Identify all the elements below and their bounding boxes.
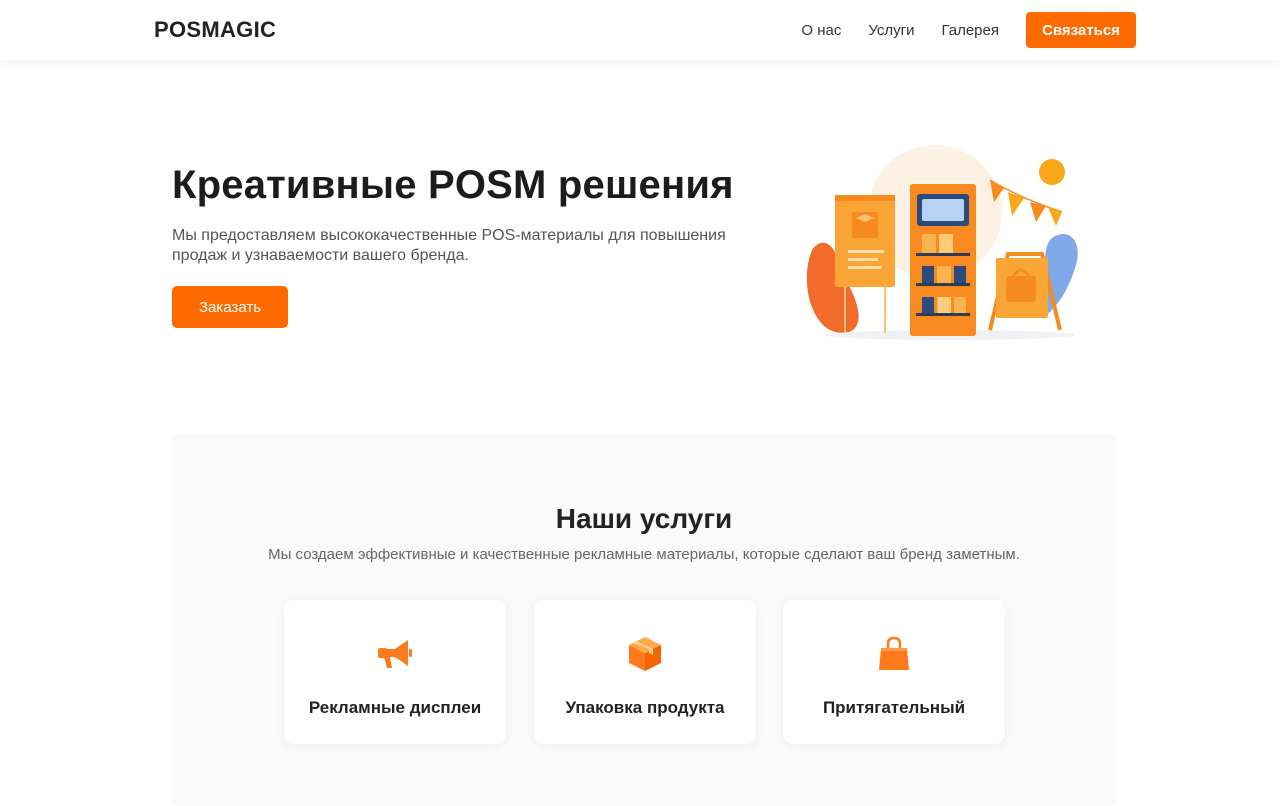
contact-button[interactable]: Связаться bbox=[1026, 12, 1136, 48]
service-card-attractive[interactable]: Притягательный bbox=[783, 600, 1005, 744]
hero-title: Креативные POSM решения bbox=[172, 163, 734, 207]
megaphone-icon bbox=[378, 640, 412, 668]
service-card-packaging[interactable]: Упаковка продукта bbox=[534, 600, 756, 744]
posm-stand-illustration bbox=[806, 145, 1078, 340]
service-card-label: Притягательный bbox=[822, 698, 966, 717]
service-card-label: Упаковка продукта bbox=[565, 698, 725, 717]
services-section: Наши услуги Мы создаем эффективные и кач… bbox=[172, 433, 1116, 806]
service-card-displays[interactable]: Рекламные дисплеи bbox=[284, 600, 506, 744]
nav-link-gallery[interactable]: Галерея bbox=[941, 22, 999, 39]
box-icon bbox=[629, 637, 661, 671]
shopping-bag-icon bbox=[879, 636, 909, 670]
nav-link-services[interactable]: Услуги bbox=[868, 22, 914, 39]
banner-shape bbox=[835, 195, 895, 287]
sun-shape bbox=[1039, 159, 1065, 185]
main-nav: О нас Услуги Галерея Связаться bbox=[801, 0, 1136, 60]
services-title: Наши услуги bbox=[555, 503, 733, 534]
hero-subtitle: Мы предоставляем высококачественные POS-… bbox=[172, 227, 726, 264]
services-subtitle: Мы создаем эффективные и качественные ре… bbox=[268, 546, 1020, 563]
site-header: POSMAGIC О нас Услуги Галерея Связаться bbox=[0, 0, 1280, 60]
service-card-label: Рекламные дисплеи bbox=[308, 698, 482, 717]
nav-link-about[interactable]: О нас bbox=[801, 22, 841, 39]
order-button[interactable]: Заказать bbox=[172, 286, 288, 328]
logo[interactable]: POSMAGIC bbox=[154, 17, 276, 43]
